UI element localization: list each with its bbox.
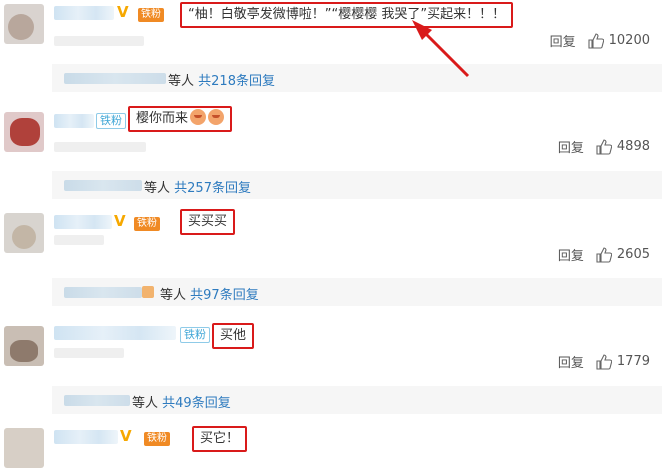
- annotation-arrow-icon: [412, 20, 470, 78]
